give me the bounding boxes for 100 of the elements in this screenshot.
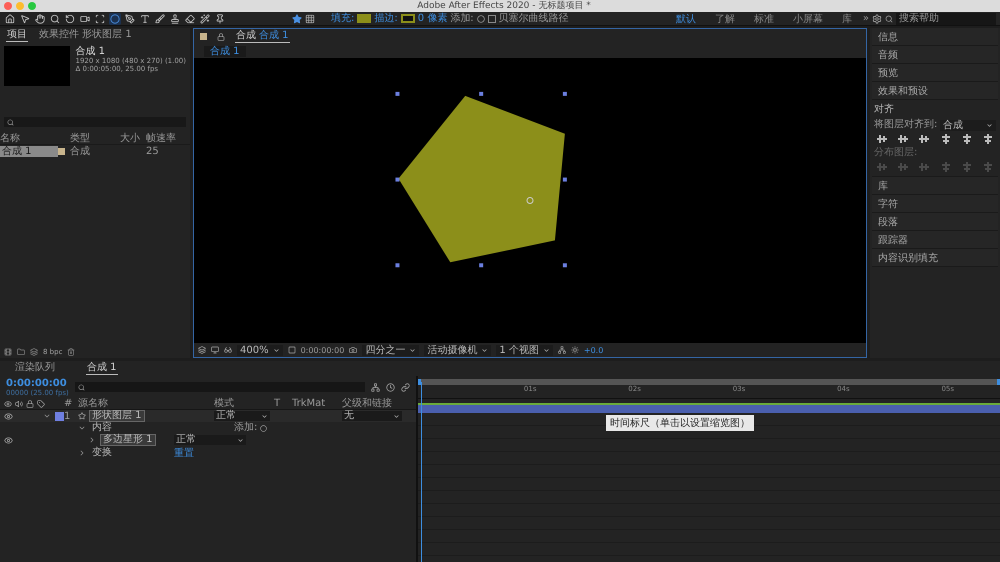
- property-name: 变换: [91, 448, 113, 458]
- project-search-field[interactable]: [4, 117, 186, 127]
- column-header[interactable]: 大小: [120, 133, 146, 144]
- brush-tool-button[interactable]: [154, 12, 166, 24]
- caret-icon: [261, 412, 268, 420]
- tooltip: 时间标尺（单击以设置缩览图）: [606, 415, 754, 431]
- align-icon[interactable]: [982, 134, 993, 144]
- caret-icon: [272, 346, 280, 354]
- pen-tool-button[interactable]: [124, 12, 136, 24]
- views-dropdown[interactable]: 1 个视图: [496, 344, 553, 356]
- disclosure-triangle[interactable]: [88, 436, 96, 444]
- layers-icon: [30, 348, 38, 356]
- search-icon: [78, 384, 85, 390]
- layer-name[interactable]: 形状图层 1: [89, 410, 145, 422]
- glasses-icon: [224, 346, 232, 354]
- align-icon[interactable]: [940, 134, 951, 144]
- resolution-dropdown[interactable]: 四分之一: [362, 344, 420, 356]
- column-header[interactable]: 类型: [70, 133, 120, 144]
- stroke-swatch[interactable]: [400, 14, 415, 23]
- bezier-checkbox[interactable]: [488, 14, 496, 22]
- stamp-tool-button[interactable]: [169, 12, 181, 24]
- exposure-value[interactable]: +0.0: [584, 346, 604, 354]
- eraser-tool-button[interactable]: [184, 12, 196, 24]
- align-icon[interactable]: [877, 134, 887, 144]
- ellipse-tool-button[interactable]: [109, 12, 121, 24]
- add-icon: [260, 424, 268, 432]
- timeline-tab[interactable]: 合成 1: [86, 362, 118, 375]
- star-icon: [292, 14, 302, 24]
- align-icon[interactable]: [898, 134, 908, 144]
- tab-name: 合成 1: [259, 30, 289, 42]
- anchor-tool-button[interactable]: [94, 12, 106, 24]
- rotate-tool-button[interactable]: [64, 12, 76, 24]
- text-tool-button[interactable]: [139, 12, 151, 24]
- align-title: 对齐: [874, 104, 894, 116]
- star-icon: [78, 412, 86, 420]
- fill-label: 填充:: [331, 12, 354, 24]
- align-icon[interactable]: [919, 134, 930, 144]
- timecode[interactable]: 0:00:00:00: [300, 346, 344, 354]
- visibility-icon[interactable]: [4, 436, 14, 444]
- pin-tool-button[interactable]: [214, 12, 226, 24]
- eye-icon: [4, 400, 12, 408]
- current-time[interactable]: 0:00:00:00: [6, 378, 69, 388]
- help-search-field[interactable]: 搜索帮助: [896, 12, 996, 24]
- property-name: 多边星形 1: [100, 434, 156, 446]
- hand-tool-button[interactable]: [34, 12, 46, 24]
- blend-mode-dropdown[interactable]: 正常: [214, 411, 270, 421]
- align-icon[interactable]: [962, 134, 972, 144]
- zoom-tool-button[interactable]: [49, 12, 61, 24]
- zoom-dropdown[interactable]: 400%: [237, 344, 283, 356]
- column-header: 模式: [214, 398, 235, 409]
- home-tool-button[interactable]: [4, 12, 16, 24]
- blend-mode-dropdown[interactable]: 正常: [174, 435, 246, 445]
- parent-dropdown[interactable]: 无: [342, 411, 402, 421]
- workspace-tab[interactable]: 小屏幕: [784, 12, 831, 26]
- stroke-label: 描边:: [374, 12, 398, 24]
- folder-icon: [17, 348, 25, 356]
- tag-icon: [37, 400, 45, 408]
- table-cell-text: 25: [146, 146, 160, 156]
- timeline-tab[interactable]: 渲染队列: [14, 362, 56, 375]
- caret-icon: [542, 346, 550, 354]
- workspace-tab[interactable]: 标准: [746, 12, 782, 26]
- camera-dropdown[interactable]: 活动摄像机: [424, 344, 492, 356]
- add-label: 添加:: [450, 12, 474, 24]
- label-icon: [200, 33, 207, 40]
- breadcrumb-tab[interactable]: 合成 1: [204, 46, 246, 56]
- workspace-tab[interactable]: 默认: [668, 12, 704, 26]
- lock-icon: [26, 400, 34, 408]
- column-header: TrkMat: [292, 398, 326, 409]
- column-header[interactable]: 名称: [0, 133, 58, 144]
- disclosure-triangle[interactable]: [78, 424, 86, 432]
- exposure-icon: [570, 346, 579, 354]
- column-header[interactable]: 帧速率: [146, 133, 190, 144]
- search-icon: [885, 14, 893, 22]
- more-label[interactable]: »: [862, 12, 869, 24]
- search-icon: [7, 118, 14, 126]
- align-to-dropdown[interactable]: 合成: [940, 120, 996, 130]
- workspace-tab[interactable]: 了解: [706, 12, 743, 26]
- caret-icon: [409, 346, 416, 354]
- comp-name: 合成 1: [76, 46, 106, 57]
- panel-tab[interactable]: 项目: [6, 29, 28, 42]
- caret-icon: [393, 412, 400, 420]
- viewer-tab[interactable]: 合成 合成 1: [235, 30, 290, 43]
- disclosure-triangle[interactable]: [78, 449, 86, 457]
- align-to-label: 将图层对齐到:: [874, 119, 938, 131]
- trash-icon: [67, 348, 76, 356]
- caret-icon: [986, 122, 993, 128]
- panel-tab[interactable]: 效果控件 形状图层 1: [38, 29, 133, 42]
- visibility-icon[interactable]: [4, 412, 14, 420]
- column-header: T: [274, 398, 282, 409]
- reset-link[interactable]: 重置: [174, 446, 194, 460]
- network-icon: [371, 382, 380, 392]
- disclosure-triangle[interactable]: [43, 412, 51, 420]
- select-tool-button[interactable]: [19, 12, 31, 24]
- workspace-tab[interactable]: 库: [834, 12, 860, 26]
- roto-tool-button[interactable]: [199, 12, 211, 24]
- stroke-width[interactable]: 0 像素: [418, 12, 448, 24]
- project-item[interactable]: 合成 1: [0, 146, 58, 156]
- fill-swatch[interactable]: [357, 14, 372, 23]
- layer-search-field[interactable]: [74, 382, 365, 392]
- layer-number: 1: [64, 410, 72, 422]
